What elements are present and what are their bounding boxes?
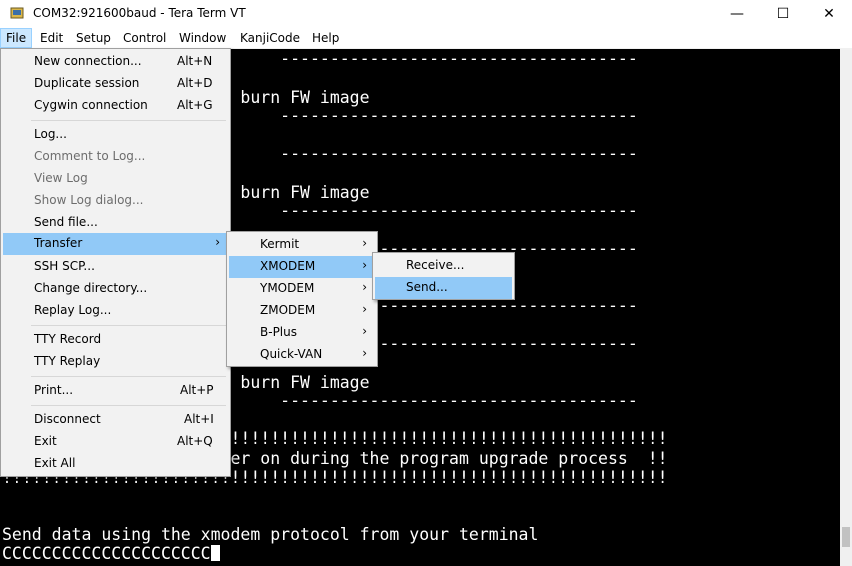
terminal-prompt-line: CCCCCCCCCCCCCCCCCCCCC	[2, 544, 220, 563]
chevron-right-icon: ›	[362, 346, 367, 360]
menu-item-change-directory[interactable]: Change directory...	[3, 278, 228, 300]
chevron-right-icon: ›	[362, 324, 367, 338]
menu-item-ssh-scp[interactable]: SSH SCP...	[3, 256, 228, 278]
transfer-submenu: Kermit › XMODEM › YMODEM › ZMODEM › B-Plus › …	[226, 231, 378, 367]
menu-help[interactable]: Help	[307, 28, 344, 48]
window-title: COM32:921600baud - Tera Term VT	[33, 6, 246, 20]
minimize-button[interactable]: —	[714, 0, 760, 28]
menu-item-duplicate-session[interactable]: Duplicate session Alt+D	[3, 73, 228, 95]
maximize-button[interactable]: ☐	[760, 0, 806, 28]
menu-item-tty-replay[interactable]: TTY Replay	[3, 351, 228, 373]
menu-item-comment-to-log[interactable]: Comment to Log...	[3, 146, 228, 168]
title-bar: COM32:921600baud - Tera Term VT — ☐ ✕	[0, 0, 852, 28]
menu-item-view-log[interactable]: View Log	[3, 168, 228, 190]
menu-control[interactable]: Control	[118, 28, 171, 48]
file-menu: New connection... Alt+N Duplicate session…	[0, 48, 231, 477]
menu-item-b-plus[interactable]: B-Plus ›	[229, 322, 375, 344]
menu-item-log[interactable]: Log...	[3, 124, 228, 146]
menu-item-tty-record[interactable]: TTY Record	[3, 329, 228, 351]
terminal-scrollbar[interactable]	[840, 49, 852, 566]
chevron-right-icon: ›	[362, 280, 367, 294]
menu-item-new-connection[interactable]: New connection... Alt+N	[3, 51, 228, 73]
menu-item-exit[interactable]: Exit Alt+Q	[3, 431, 228, 453]
menu-item-show-log-dialog[interactable]: Show Log dialog...	[3, 190, 228, 212]
menu-edit[interactable]: Edit	[35, 28, 68, 48]
menu-item-quick-van[interactable]: Quick-VAN ›	[229, 344, 375, 366]
scrollbar-thumb[interactable]	[842, 527, 850, 547]
menu-item-xmodem-send[interactable]: Send...	[375, 277, 512, 299]
close-button[interactable]: ✕	[806, 0, 852, 28]
terminal-cursor	[210, 545, 220, 561]
menu-item-disconnect[interactable]: Disconnect Alt+I	[3, 409, 228, 431]
menu-item-send-file[interactable]: Send file...	[3, 212, 228, 234]
chevron-right-icon: ›	[362, 302, 367, 316]
menu-item-replay-log[interactable]: Replay Log...	[3, 300, 228, 322]
menu-item-ymodem[interactable]: YMODEM ›	[229, 278, 375, 300]
menu-item-transfer[interactable]: Transfer ›	[3, 233, 228, 255]
chevron-right-icon: ›	[362, 236, 367, 250]
chevron-right-icon: ›	[362, 258, 367, 272]
terminal-line: Send data using the xmodem protocol from…	[2, 525, 539, 544]
menu-bar: File Edit Setup Control Window KanjiCode…	[0, 28, 852, 49]
menu-item-zmodem[interactable]: ZMODEM ›	[229, 300, 375, 322]
menu-separator	[31, 325, 226, 326]
menu-file[interactable]: File	[0, 28, 33, 48]
menu-item-cygwin-connection[interactable]: Cygwin connection Alt+G	[3, 95, 228, 117]
menu-item-xmodem-receive[interactable]: Receive...	[375, 255, 512, 277]
terminal-line: CCCCCCCCCCCCCCCCCCCCC	[2, 544, 211, 563]
menu-item-kermit[interactable]: Kermit ›	[229, 234, 375, 256]
menu-separator	[31, 376, 226, 377]
menu-kanjicode[interactable]: KanjiCode	[235, 28, 305, 48]
menu-item-exit-all[interactable]: Exit All	[3, 453, 228, 475]
menu-setup[interactable]: Setup	[71, 28, 116, 48]
teraterm-app-icon	[10, 6, 24, 20]
menu-item-xmodem[interactable]: XMODEM ›	[229, 256, 375, 278]
menu-separator	[31, 405, 226, 406]
menu-item-print[interactable]: Print... Alt+P	[3, 380, 228, 402]
menu-separator	[31, 120, 226, 121]
menu-window[interactable]: Window	[174, 28, 231, 48]
chevron-right-icon: ›	[215, 235, 220, 249]
xmodem-submenu: Receive... Send...	[372, 252, 515, 300]
